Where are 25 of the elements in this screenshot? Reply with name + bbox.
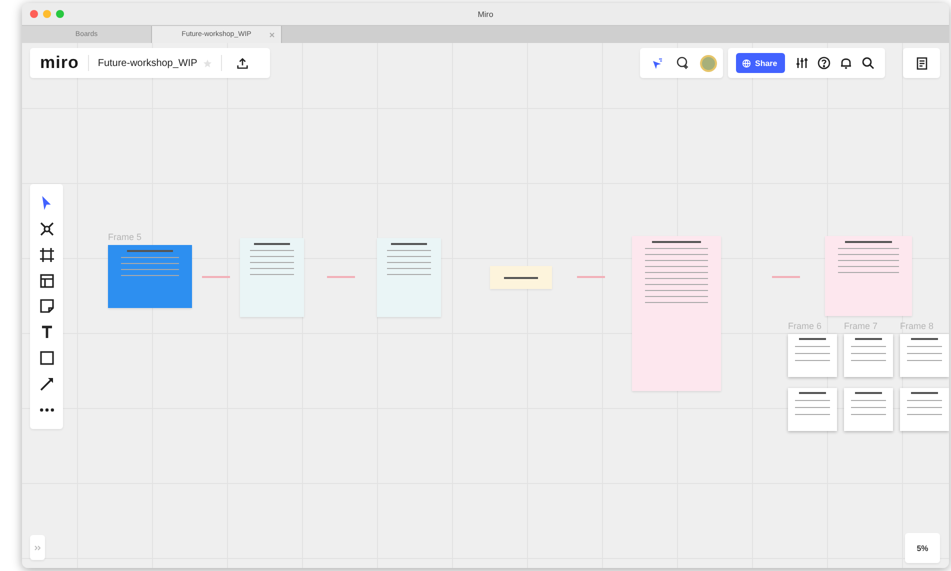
globe-icon <box>742 58 751 68</box>
close-button[interactable] <box>30 10 38 18</box>
connector-line <box>772 276 800 278</box>
star-icon[interactable] <box>203 58 212 68</box>
board-name[interactable]: Future-workshop_WIP <box>98 58 198 68</box>
frame-label: Frame 8 <box>900 321 934 331</box>
board-card[interactable] <box>788 334 837 377</box>
more-icon <box>40 408 54 412</box>
window-title: Miro <box>478 10 494 18</box>
share-button[interactable]: Share <box>736 53 786 73</box>
connector-line <box>577 276 605 278</box>
frame-label: Frame 7 <box>844 321 878 331</box>
board-card[interactable] <box>844 334 893 377</box>
connector-line <box>202 276 230 278</box>
frame-label: Frame 5 <box>108 232 142 242</box>
sticky-note[interactable] <box>490 266 552 289</box>
board-card[interactable] <box>900 388 949 431</box>
frame-label: Frame 6 <box>788 321 822 331</box>
board-card[interactable] <box>844 388 893 431</box>
zoom-level[interactable]: 5% <box>916 544 928 552</box>
cursor-icon <box>42 196 51 210</box>
board-card[interactable] <box>900 334 949 377</box>
miro-logo[interactable]: miro <box>40 53 79 73</box>
board-card[interactable] <box>788 388 837 431</box>
connector-line <box>327 276 355 278</box>
